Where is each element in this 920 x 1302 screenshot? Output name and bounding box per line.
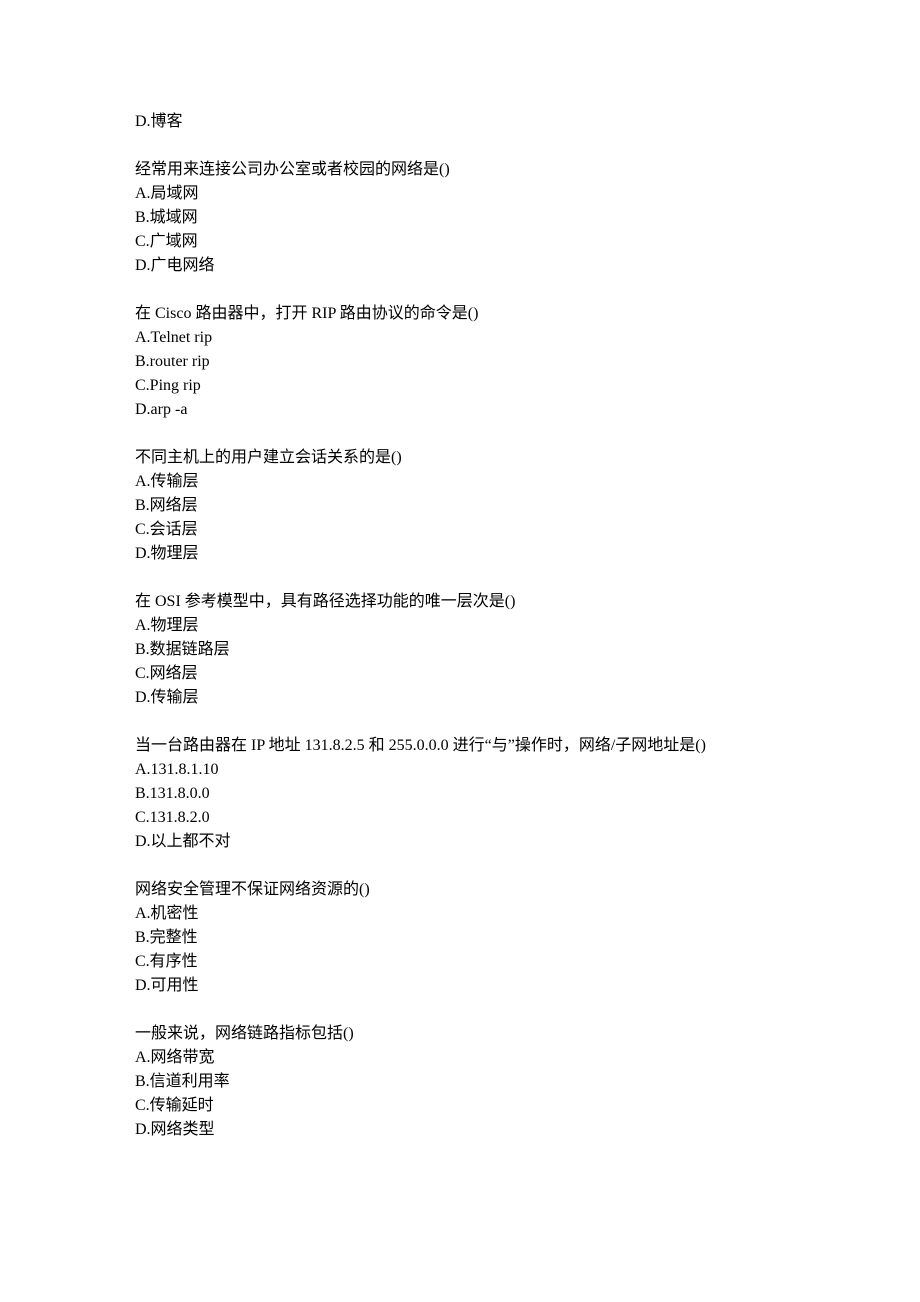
option-text: B.数据链路层 (135, 638, 785, 662)
option-text: C.会话层 (135, 518, 785, 542)
option-text: D.可用性 (135, 974, 785, 998)
question-block: D.博客 (135, 110, 785, 134)
question-block: 一般来说，网络链路指标包括() A.网络带宽 B.信道利用率 C.传输延时 D.… (135, 1022, 785, 1142)
question-block: 不同主机上的用户建立会话关系的是() A.传输层 B.网络层 C.会话层 D.物… (135, 446, 785, 566)
option-text: D.arp -a (135, 398, 785, 422)
option-text: A.机密性 (135, 902, 785, 926)
option-text: C.传输延时 (135, 1094, 785, 1118)
document-page: D.博客 经常用来连接公司办公室或者校园的网络是() A.局域网 B.城域网 C… (0, 0, 920, 1266)
question-block: 在 Cisco 路由器中，打开 RIP 路由协议的命令是() A.Telnet … (135, 302, 785, 422)
option-text: D.网络类型 (135, 1118, 785, 1142)
option-text: D.博客 (135, 110, 785, 134)
option-text: B.完整性 (135, 926, 785, 950)
option-text: C.有序性 (135, 950, 785, 974)
question-block: 当一台路由器在 IP 地址 131.8.2.5 和 255.0.0.0 进行“与… (135, 734, 785, 854)
option-text: D.物理层 (135, 542, 785, 566)
option-text: D.以上都不对 (135, 830, 785, 854)
question-block: 网络安全管理不保证网络资源的() A.机密性 B.完整性 C.有序性 D.可用性 (135, 878, 785, 998)
question-stem: 一般来说，网络链路指标包括() (135, 1022, 785, 1046)
question-stem: 经常用来连接公司办公室或者校园的网络是() (135, 158, 785, 182)
option-text: A.Telnet rip (135, 326, 785, 350)
question-stem: 网络安全管理不保证网络资源的() (135, 878, 785, 902)
question-block: 经常用来连接公司办公室或者校园的网络是() A.局域网 B.城域网 C.广域网 … (135, 158, 785, 278)
option-text: C.广域网 (135, 230, 785, 254)
question-stem: 在 OSI 参考模型中，具有路径选择功能的唯一层次是() (135, 590, 785, 614)
option-text: B.信道利用率 (135, 1070, 785, 1094)
option-text: B.网络层 (135, 494, 785, 518)
question-stem: 在 Cisco 路由器中，打开 RIP 路由协议的命令是() (135, 302, 785, 326)
option-text: C.网络层 (135, 662, 785, 686)
option-text: A.网络带宽 (135, 1046, 785, 1070)
question-block: 在 OSI 参考模型中，具有路径选择功能的唯一层次是() A.物理层 B.数据链… (135, 590, 785, 710)
option-text: C.Ping rip (135, 374, 785, 398)
question-stem: 不同主机上的用户建立会话关系的是() (135, 446, 785, 470)
option-text: B.城域网 (135, 206, 785, 230)
option-text: D.传输层 (135, 686, 785, 710)
option-text: B.router rip (135, 350, 785, 374)
option-text: A.局域网 (135, 182, 785, 206)
option-text: A.传输层 (135, 470, 785, 494)
question-stem: 当一台路由器在 IP 地址 131.8.2.5 和 255.0.0.0 进行“与… (135, 734, 785, 758)
option-text: C.131.8.2.0 (135, 806, 785, 830)
option-text: B.131.8.0.0 (135, 782, 785, 806)
option-text: D.广电网络 (135, 254, 785, 278)
option-text: A.物理层 (135, 614, 785, 638)
option-text: A.131.8.1.10 (135, 758, 785, 782)
